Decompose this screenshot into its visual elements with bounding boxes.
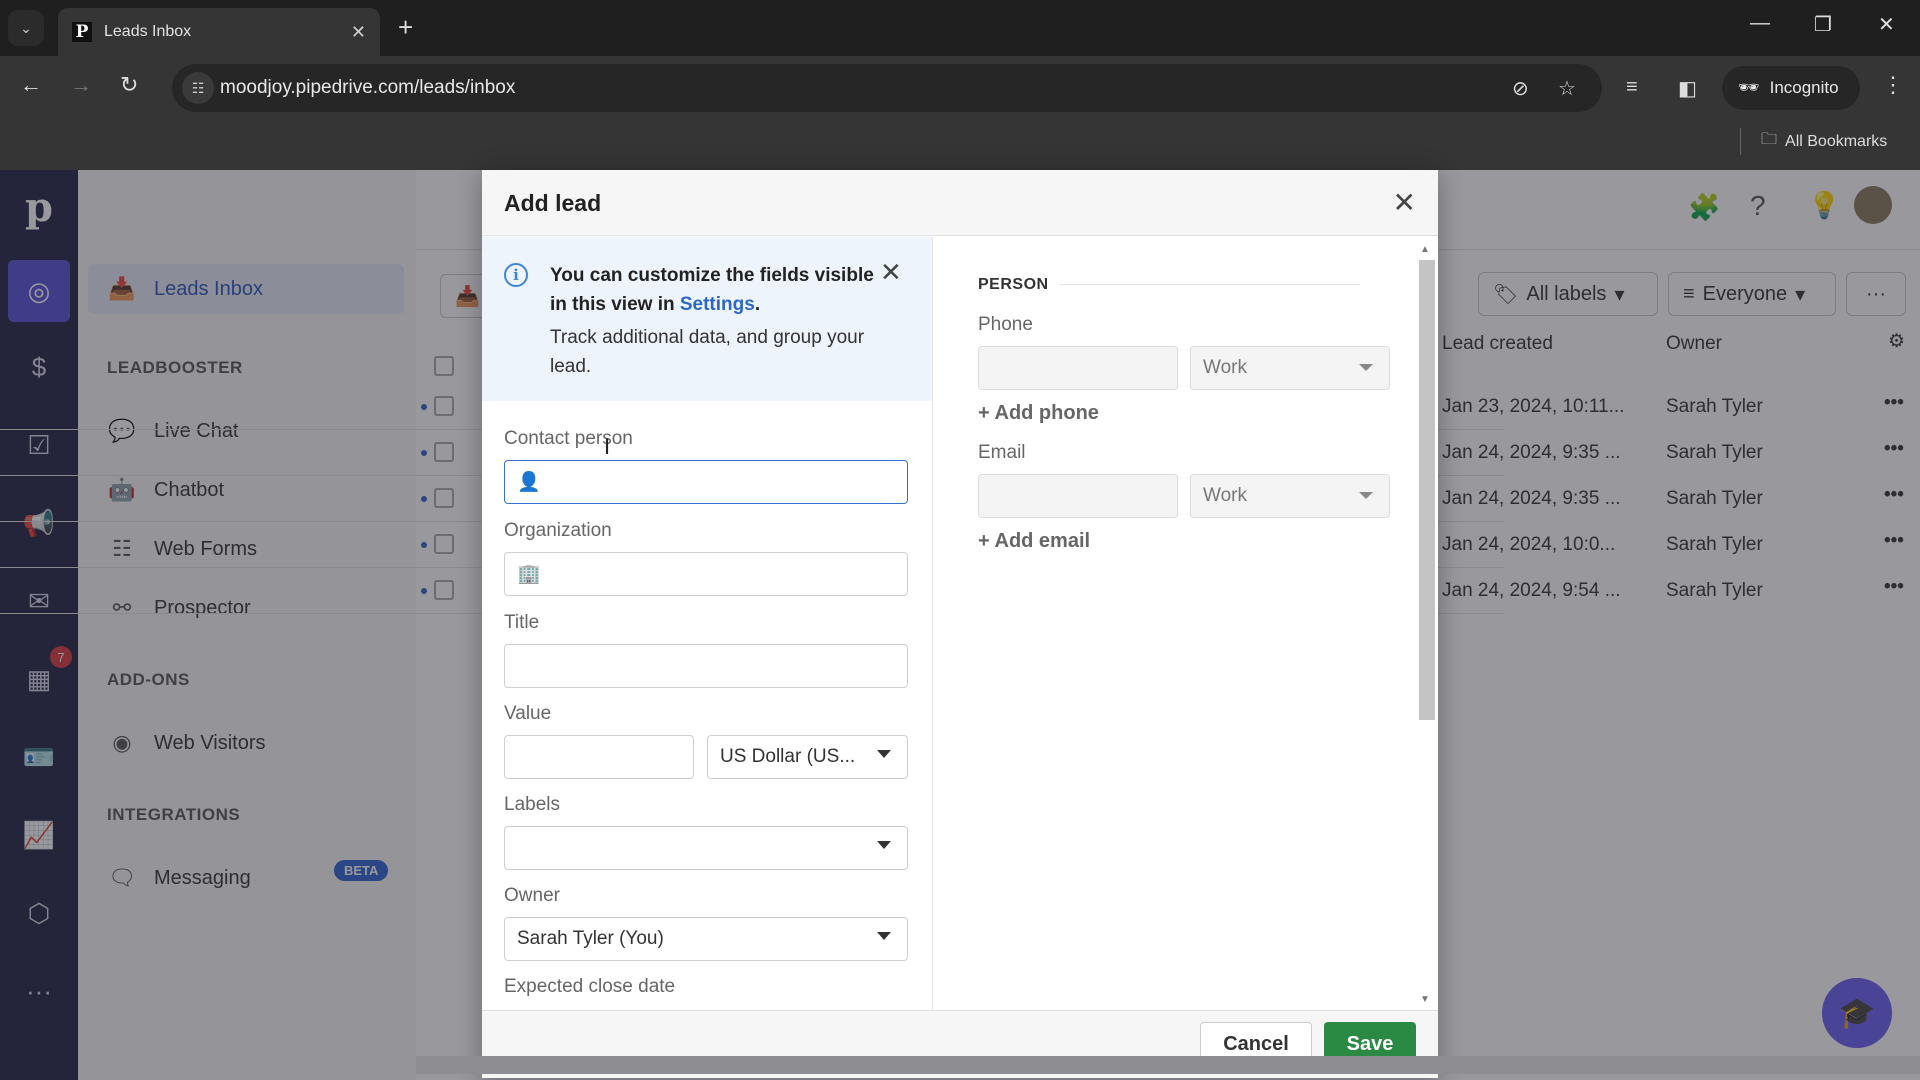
column-divider [932,237,933,1010]
scroll-down-icon[interactable]: ▼ [1420,994,1430,1005]
labels-label: Labels [504,794,560,815]
email-input[interactable] [978,474,1178,518]
person-section-label: PERSON [978,276,1049,293]
close-modal-icon[interactable]: ✕ [1393,186,1416,219]
caret-down-icon [877,750,891,758]
email-type-value: Work [1203,485,1247,506]
customize-info-banner: i You can customize the fields visible i… [482,237,932,401]
value-amount-input[interactable] [504,735,694,779]
caret-down-icon [877,932,891,940]
add-lead-modal: Add lead ✕ i You can customize the field… [482,170,1438,1078]
caret-down-icon [877,841,891,849]
side-panel-icon[interactable]: ◧ [1678,76,1697,101]
dismiss-info-icon[interactable]: ✕ [880,257,902,288]
email-label: Email [978,442,1026,463]
browser-toolbar: ← → ↻ ☷ moodjoy.pipedrive.com/leads/inbo… [0,56,1920,170]
table-horizontal-scrollbar[interactable] [416,1056,1920,1074]
contact-person-label: Contact person [504,428,633,449]
caret-down-icon [1359,364,1373,371]
phone-label: Phone [978,314,1033,335]
text-cursor-icon: I [604,434,611,459]
currency-select[interactable]: US Dollar (US... [707,735,908,779]
pipedrive-favicon-icon: P [72,22,92,42]
currency-value: US Dollar (US... [720,746,856,767]
back-icon[interactable]: ← [20,72,42,98]
address-bar[interactable]: ☷ moodjoy.pipedrive.com/leads/inbox ⊘ ☆ [172,64,1602,112]
tab-title: Leads Inbox [104,23,192,40]
all-bookmarks[interactable]: 🗀 All Bookmarks [1740,128,1887,155]
owner-select[interactable]: Sarah Tyler (You) [504,917,908,961]
minimize-icon[interactable]: — [1750,12,1770,35]
incognito-badge[interactable]: 🕶 Incognito [1722,66,1860,110]
person-icon: 👤 [517,472,541,493]
caret-down-icon [1359,492,1373,499]
info-bold-text: You can customize the fields visible in … [550,261,880,319]
chevron-down-icon: ⌄ [20,19,32,36]
contact-person-input[interactable]: 👤 [504,460,908,504]
modal-title: Add lead [504,190,602,216]
labels-select[interactable] [504,826,908,870]
owner-label: Owner [504,885,560,906]
forward-icon[interactable]: → [70,72,92,98]
browser-tab[interactable]: P Leads Inbox ✕ [58,8,380,56]
all-bookmarks-label: All Bookmarks [1785,132,1888,150]
modal-header: Add lead ✕ [482,170,1438,236]
owner-value: Sarah Tyler (You) [517,928,664,949]
close-tab-icon[interactable]: ✕ [351,22,366,43]
new-tab-button[interactable]: + [398,12,413,43]
phone-input[interactable] [978,346,1178,390]
add-phone-link[interactable]: + Add phone [978,402,1099,425]
organization-input[interactable]: 🏢 [504,552,908,596]
url-text[interactable]: moodjoy.pipedrive.com/leads/inbox [220,77,515,99]
info-suffix: . [754,294,761,315]
incognito-label: Incognito [1769,78,1839,97]
modal-scrollbar-thumb[interactable] [1419,260,1435,720]
value-label: Value [504,703,552,724]
browser-tab-strip: ⌄ P Leads Inbox ✕ + — ❐ ✕ [0,0,1920,56]
reload-icon[interactable]: ↻ [120,72,138,98]
browser-menu-icon[interactable]: ⋮ [1882,72,1904,98]
eye-off-icon[interactable]: ⊘ [1512,76,1529,101]
folder-icon: 🗀 [1761,131,1778,148]
section-divider [1060,284,1360,285]
media-icon[interactable]: ≡ [1626,76,1638,99]
phone-type-value: Work [1203,357,1247,378]
phone-type-select[interactable]: Work [1190,346,1390,390]
title-input[interactable] [504,644,908,688]
scroll-up-icon[interactable]: ▲ [1420,244,1430,255]
incognito-icon: 🕶 [1738,78,1760,97]
add-email-link[interactable]: + Add email [978,530,1090,553]
organization-label: Organization [504,520,612,541]
info-icon: i [504,263,528,287]
site-info-icon[interactable]: ☷ [182,72,214,104]
email-type-select[interactable]: Work [1190,474,1390,518]
close-window-icon[interactable]: ✕ [1878,12,1895,37]
star-icon[interactable]: ☆ [1558,76,1576,101]
settings-link[interactable]: Settings [680,294,755,315]
tab-search-button[interactable]: ⌄ [8,10,44,46]
expected-close-date-label: Expected close date [504,976,676,997]
title-label: Title [504,612,540,633]
restore-icon[interactable]: ❐ [1814,12,1832,37]
info-text: Track additional data, and group your le… [550,327,865,377]
building-icon: 🏢 [517,564,541,585]
